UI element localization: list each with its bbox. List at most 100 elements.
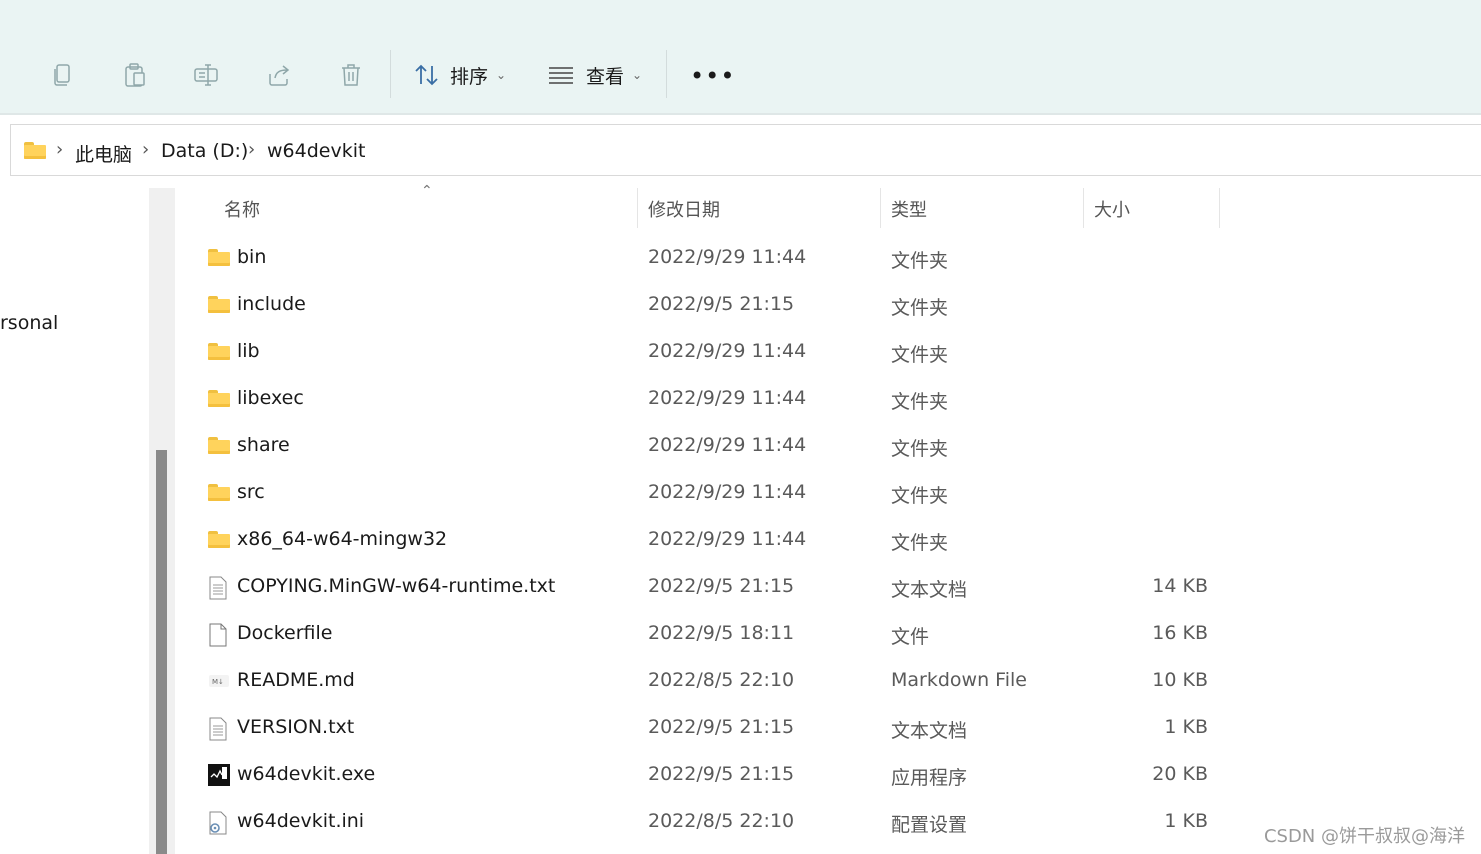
file-row[interactable]: w64devkit.exe 2022/9/5 21:15 应用程序 20 KB — [200, 752, 1230, 799]
toolbar-border — [0, 113, 1481, 115]
nav-pane-scrollbar-thumb[interactable] — [156, 450, 167, 854]
column-divider[interactable] — [637, 188, 638, 228]
address-bar[interactable]: › 此电脑 › Data (D:) › w64devkit — [10, 124, 1481, 176]
chevron-down-icon: ⌄ — [632, 68, 643, 82]
file-type: Markdown File — [891, 669, 1027, 691]
more-options-button[interactable]: ••• — [690, 62, 735, 90]
file-row[interactable]: COPYING.MinGW-w64-runtime.txt 2022/9/5 21… — [200, 564, 1230, 611]
file-row[interactable]: bin 2022/9/29 11:44 文件夹 — [200, 235, 1230, 282]
file-type: 文本文档 — [891, 720, 968, 742]
file-name: COPYING.MinGW-w64-runtime.txt — [237, 575, 556, 597]
nav-pane-item-personal[interactable]: rsonal — [0, 312, 58, 334]
file-type: 应用程序 — [891, 767, 968, 789]
chevron-down-icon: ⌄ — [496, 68, 507, 82]
file-date-modified: 2022/8/5 22:10 — [648, 669, 795, 691]
breadcrumb-separator: › — [248, 139, 256, 160]
view-label: 查看 — [586, 65, 625, 88]
view-list-icon — [548, 66, 574, 84]
file-date-modified: 2022/9/29 11:44 — [648, 387, 807, 409]
file-name: x86_64-w64-mingw32 — [237, 528, 448, 550]
file-row[interactable]: lib 2022/9/29 11:44 文件夹 — [200, 329, 1230, 376]
file-date-modified: 2022/9/29 11:44 — [648, 434, 807, 456]
breadcrumb-separator: › — [56, 139, 64, 160]
column-header-name[interactable]: 名称 — [224, 196, 260, 222]
file-date-modified: 2022/9/29 11:44 — [648, 340, 807, 362]
file-type: 文件夹 — [891, 297, 949, 319]
file-row[interactable]: share 2022/9/29 11:44 文件夹 — [200, 423, 1230, 470]
file-row[interactable]: src 2022/9/29 11:44 文件夹 — [200, 470, 1230, 517]
file-row[interactable]: include 2022/9/5 21:15 文件夹 — [200, 282, 1230, 329]
file-date-modified: 2022/9/5 21:15 — [648, 716, 795, 738]
file-size: 14 KB — [1152, 575, 1208, 597]
watermark: CSDN @饼干叔叔@海洋 — [1263, 826, 1465, 847]
column-header-date[interactable]: 修改日期 — [648, 196, 720, 222]
file-date-modified: 2022/9/5 21:15 — [648, 575, 795, 597]
cut-icon[interactable] — [0, 60, 16, 90]
text-file-icon — [208, 576, 230, 600]
file-type: 文件夹 — [891, 438, 949, 460]
file-type: 文件夹 — [891, 391, 949, 413]
paste-icon[interactable] — [120, 60, 150, 90]
file-name: share — [237, 434, 290, 456]
file-type: 文件夹 — [891, 485, 949, 507]
file-name: w64devkit.ini — [237, 810, 365, 832]
file-type: 配置设置 — [891, 814, 968, 836]
file-size: 16 KB — [1152, 622, 1208, 644]
file-date-modified: 2022/9/29 11:44 — [648, 246, 807, 268]
file-date-modified: 2022/9/5 21:15 — [648, 763, 795, 785]
sort-icon — [414, 63, 440, 87]
column-divider[interactable] — [1219, 188, 1220, 228]
view-button[interactable]: 查看 ⌄ — [548, 58, 642, 92]
breadcrumb-separator: › — [142, 139, 150, 160]
folder-icon — [208, 294, 230, 316]
breadcrumb-item-w64devkit[interactable]: w64devkit — [267, 140, 365, 162]
file-size: 1 KB — [1164, 716, 1208, 738]
column-header-size[interactable]: 大小 — [1094, 196, 1130, 222]
file-size: 1 KB — [1164, 810, 1208, 832]
column-divider[interactable] — [880, 188, 881, 228]
folder-icon — [208, 482, 230, 504]
sort-button[interactable]: 排序 ⌄ — [414, 58, 506, 92]
markdown-file-icon: M↓ — [208, 670, 230, 692]
file-name: bin — [237, 246, 267, 268]
breadcrumb-item-this-pc[interactable]: 此电脑 — [75, 140, 132, 167]
file-type: 文本文档 — [891, 579, 968, 601]
folder-icon — [208, 247, 230, 269]
file-size: 10 KB — [1152, 669, 1208, 691]
rename-icon[interactable] — [192, 60, 222, 90]
blank-file-icon — [208, 623, 230, 647]
file-type: 文件 — [891, 626, 930, 648]
file-row[interactable]: libexec 2022/9/29 11:44 文件夹 — [200, 376, 1230, 423]
file-date-modified: 2022/9/5 18:11 — [648, 622, 795, 644]
folder-icon — [208, 388, 230, 410]
file-name: include — [237, 293, 306, 315]
file-size: 20 KB — [1152, 763, 1208, 785]
file-row[interactable]: w64devkit.ini 2022/8/5 22:10 配置设置 1 KB — [200, 799, 1230, 846]
file-type: 文件夹 — [891, 250, 949, 272]
copy-icon[interactable] — [48, 60, 78, 90]
text-file-icon — [208, 717, 230, 741]
file-type: 文件夹 — [891, 532, 949, 554]
file-row[interactable]: M↓ README.md 2022/8/5 22:10 Markdown File 10… — [200, 658, 1230, 705]
breadcrumb-item-data-drive[interactable]: Data (D:) — [161, 140, 248, 162]
svg-text:M↓: M↓ — [212, 678, 224, 686]
settings-file-icon — [208, 811, 230, 835]
file-name: VERSION.txt — [237, 716, 355, 738]
delete-icon[interactable] — [336, 60, 366, 90]
file-date-modified: 2022/9/29 11:44 — [648, 528, 807, 550]
folder-icon — [208, 529, 230, 551]
executable-icon — [208, 764, 230, 786]
file-name: Dockerfile — [237, 622, 333, 644]
column-divider[interactable] — [1083, 188, 1084, 228]
share-icon[interactable] — [264, 60, 294, 90]
sort-label: 排序 — [450, 65, 489, 88]
file-type: 文件夹 — [891, 344, 949, 366]
toolbar-divider — [666, 50, 667, 98]
file-date-modified: 2022/9/5 21:15 — [648, 293, 795, 315]
folder-icon — [208, 341, 230, 363]
file-row[interactable]: Dockerfile 2022/9/5 18:11 文件 16 KB — [200, 611, 1230, 658]
column-header-type[interactable]: 类型 — [891, 196, 927, 222]
file-row[interactable]: VERSION.txt 2022/9/5 21:15 文本文档 1 KB — [200, 705, 1230, 752]
toolbar-divider — [390, 50, 391, 98]
file-row[interactable]: x86_64-w64-mingw32 2022/9/29 11:44 文件夹 — [200, 517, 1230, 564]
